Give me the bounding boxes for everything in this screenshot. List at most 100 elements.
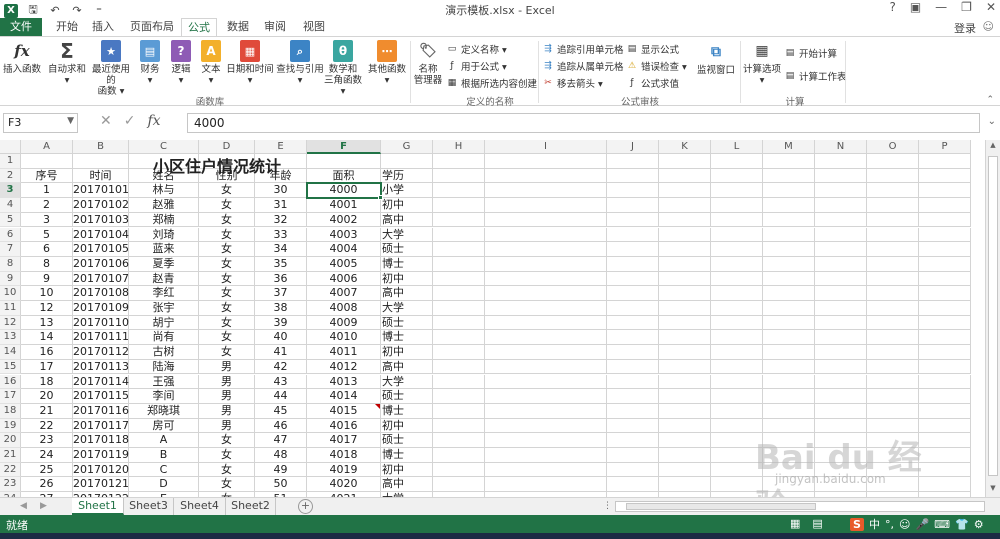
cell[interactable] bbox=[485, 374, 607, 390]
column-header[interactable]: N bbox=[815, 140, 867, 154]
cell[interactable] bbox=[659, 168, 711, 184]
cell[interactable] bbox=[763, 271, 815, 287]
cell[interactable] bbox=[763, 168, 815, 184]
cell[interactable]: 女 bbox=[199, 271, 255, 287]
row-header[interactable]: 17 bbox=[0, 389, 21, 404]
row-header[interactable]: 13 bbox=[0, 330, 21, 346]
cell[interactable]: 女 bbox=[199, 345, 255, 360]
cell[interactable] bbox=[607, 256, 659, 272]
cell[interactable]: 20170116 bbox=[73, 403, 129, 419]
cell[interactable]: 4006 bbox=[307, 271, 381, 287]
cell[interactable] bbox=[867, 271, 919, 287]
cell[interactable]: A bbox=[129, 433, 199, 448]
column-header[interactable]: G bbox=[381, 140, 433, 154]
cell[interactable]: 41 bbox=[255, 345, 307, 360]
tab-review[interactable]: 审阅 bbox=[258, 18, 292, 36]
row-header[interactable]: 23 bbox=[0, 477, 21, 493]
cell[interactable] bbox=[867, 242, 919, 257]
cell[interactable] bbox=[485, 433, 607, 448]
cell[interactable] bbox=[763, 286, 815, 301]
cell[interactable] bbox=[919, 389, 971, 404]
cell[interactable]: 20170112 bbox=[73, 345, 129, 360]
cell[interactable] bbox=[659, 315, 711, 331]
row-header[interactable]: 1 bbox=[0, 154, 21, 169]
cell[interactable]: 20170108 bbox=[73, 286, 129, 301]
cell[interactable] bbox=[919, 315, 971, 331]
column-header[interactable]: D bbox=[199, 140, 255, 154]
cell[interactable]: 40 bbox=[255, 330, 307, 346]
cell[interactable]: 20170109 bbox=[73, 301, 129, 316]
cell[interactable] bbox=[485, 212, 607, 228]
column-header[interactable]: A bbox=[21, 140, 73, 154]
cell[interactable] bbox=[815, 271, 867, 287]
cell[interactable]: 初中 bbox=[381, 271, 433, 287]
cell[interactable] bbox=[919, 359, 971, 375]
cell[interactable]: 女 bbox=[199, 315, 255, 331]
cell[interactable]: 32 bbox=[255, 212, 307, 228]
cell[interactable] bbox=[607, 271, 659, 287]
name-box[interactable]: F3 ▼ bbox=[3, 113, 78, 133]
cell[interactable] bbox=[607, 345, 659, 360]
trace-precedents-button[interactable]: ⇶ 追踪引用单元格 bbox=[542, 42, 623, 56]
tab-page-layout[interactable]: 页面布局 bbox=[125, 18, 179, 36]
tab-data[interactable]: 数据 bbox=[221, 18, 255, 36]
cell[interactable] bbox=[485, 330, 607, 346]
cell[interactable]: 10 bbox=[21, 286, 73, 301]
math-trig-button[interactable]: θ 数学和 三角函数 ▾ bbox=[322, 40, 364, 97]
cell[interactable]: 22 bbox=[21, 418, 73, 434]
cell[interactable]: 女 bbox=[199, 330, 255, 346]
cell[interactable] bbox=[607, 212, 659, 228]
column-header[interactable]: B bbox=[73, 140, 129, 154]
cell[interactable] bbox=[21, 154, 73, 169]
cell[interactable] bbox=[815, 198, 867, 213]
cell[interactable]: 4019 bbox=[307, 462, 381, 478]
cell[interactable] bbox=[711, 345, 763, 360]
cell[interactable]: 42 bbox=[255, 359, 307, 375]
column-header[interactable]: E bbox=[255, 140, 307, 154]
cell[interactable]: 20170103 bbox=[73, 212, 129, 228]
cell[interactable]: 3 bbox=[21, 212, 73, 228]
cell[interactable]: 46 bbox=[255, 418, 307, 434]
cell[interactable]: 20170107 bbox=[73, 271, 129, 287]
define-name-button[interactable]: ▭ 定义名称 ▾ bbox=[446, 42, 507, 56]
fill-handle[interactable] bbox=[378, 195, 383, 201]
cell[interactable] bbox=[607, 301, 659, 316]
cell[interactable]: 20170121 bbox=[73, 477, 129, 493]
cell[interactable]: 4011 bbox=[307, 345, 381, 360]
cell[interactable] bbox=[711, 403, 763, 419]
trace-dependents-button[interactable]: ⇶ 追踪从属单元格 bbox=[542, 59, 623, 73]
cell[interactable]: 21 bbox=[21, 403, 73, 419]
cell[interactable] bbox=[659, 256, 711, 272]
cell[interactable] bbox=[867, 301, 919, 316]
minimize-icon[interactable]: — bbox=[935, 0, 947, 14]
sheet-tab-sheet3[interactable]: Sheet3 bbox=[124, 498, 174, 515]
cell[interactable] bbox=[763, 330, 815, 346]
cell[interactable]: 24 bbox=[21, 448, 73, 463]
row-header[interactable]: 16 bbox=[0, 374, 21, 390]
cell[interactable]: 8 bbox=[21, 256, 73, 272]
row-header[interactable]: 11 bbox=[0, 301, 21, 316]
cell[interactable] bbox=[433, 477, 485, 493]
cell[interactable] bbox=[659, 359, 711, 375]
cell[interactable] bbox=[433, 448, 485, 463]
row-header[interactable]: 12 bbox=[0, 315, 21, 331]
cell[interactable]: 4012 bbox=[307, 359, 381, 375]
cell[interactable]: 蓝来 bbox=[129, 242, 199, 257]
cell[interactable] bbox=[659, 477, 711, 493]
cell[interactable]: 20170110 bbox=[73, 315, 129, 331]
cell[interactable]: 高中 bbox=[381, 359, 433, 375]
cell[interactable] bbox=[763, 212, 815, 228]
add-sheet-button[interactable]: + bbox=[298, 499, 313, 514]
cell[interactable]: 44 bbox=[255, 389, 307, 404]
cell[interactable] bbox=[485, 359, 607, 375]
cell[interactable]: 博士 bbox=[381, 256, 433, 272]
cell[interactable]: 林与 bbox=[129, 183, 199, 199]
cancel-icon[interactable]: ✕ bbox=[100, 113, 112, 129]
cell[interactable] bbox=[607, 433, 659, 448]
cell[interactable] bbox=[659, 330, 711, 346]
cell[interactable]: 12 bbox=[21, 301, 73, 316]
evaluate-formula-button[interactable]: ƒ 公式求值 bbox=[626, 76, 679, 90]
cell[interactable] bbox=[919, 198, 971, 213]
cell[interactable] bbox=[867, 212, 919, 228]
cell[interactable] bbox=[607, 154, 659, 169]
